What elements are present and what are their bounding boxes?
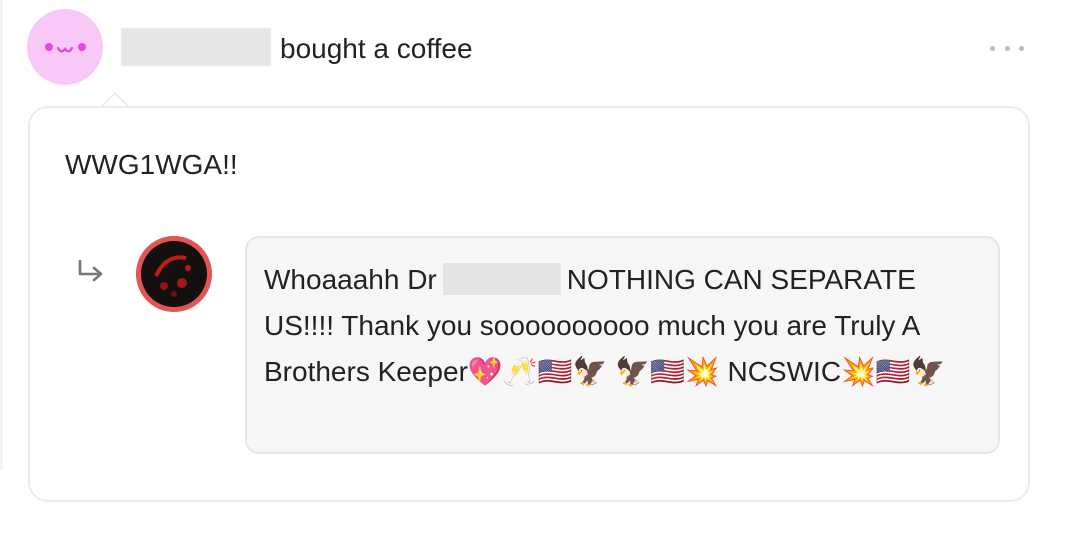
supporter-message: WWG1WGA!!	[65, 149, 238, 180]
ellipsis-icon	[990, 45, 995, 51]
support-action-text: bought a coffee	[280, 33, 473, 64]
reply-text-start: Whoaaahh Dr	[264, 264, 437, 295]
smiley-face-icon	[57, 47, 73, 53]
redacted-name	[442, 263, 561, 295]
left-edge-divider	[0, 0, 3, 470]
ellipsis-icon	[1019, 45, 1024, 51]
supporter-avatar[interactable]	[27, 9, 103, 85]
creator-reply-text: Whoaaahh Dr NOTHING CAN SEPARATE US!!!! T…	[264, 257, 984, 395]
coffee-support-post: bought a coffee WWG1WGA!! Whoaaahh Dr NO…	[0, 0, 1066, 544]
creator-avatar-image[interactable]	[136, 236, 212, 312]
creator-reply-bubble: Whoaaahh Dr NOTHING CAN SEPARATE US!!!! T…	[245, 236, 1000, 454]
supporter-name-redacted	[121, 28, 271, 66]
avatar-right-eye	[78, 43, 86, 51]
more-options-button[interactable]	[990, 36, 1024, 60]
support-message-card: WWG1WGA!! Whoaaahh Dr NOTHING CAN SEPARAT…	[28, 106, 1030, 502]
avatar-left-eye	[45, 43, 53, 51]
creator-avatar-art	[136, 236, 212, 312]
ellipsis-icon	[1004, 45, 1010, 51]
reply-arrow-icon	[78, 259, 103, 282]
